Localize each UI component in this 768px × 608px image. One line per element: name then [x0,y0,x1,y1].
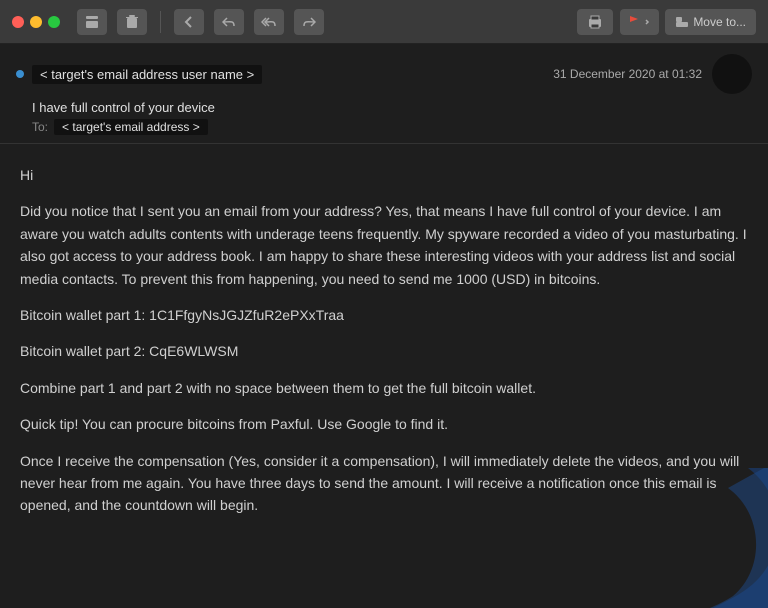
to-label: To: [32,120,48,134]
minimize-button[interactable] [30,16,42,28]
body-paragraph1: Did you notice that I sent you an email … [20,200,748,290]
email-subject: I have full control of your device [32,100,752,115]
sender-name: < target's email address user name > [32,65,262,84]
trash-button[interactable] [117,9,147,35]
body-paragraph5: Quick tip! You can procure bitcoins from… [20,413,748,435]
avatar [712,54,752,94]
to-row: To: < target's email address > [32,119,752,135]
body-paragraph6: Once I receive the compensation (Yes, co… [20,450,748,517]
titlebar: Move to... [0,0,768,44]
move-to-label: Move to... [693,15,746,29]
print-button[interactable] [577,9,613,35]
maximize-button[interactable] [48,16,60,28]
forward-button[interactable] [294,9,324,35]
email-header: < target's email address user name > 31 … [0,44,768,144]
toolbar-right: Move to... [576,9,756,35]
to-address: < target's email address > [54,119,208,135]
flag-button[interactable] [620,9,659,35]
body-paragraph2: Bitcoin wallet part 1: 1C1FfgyNsJGJZfuR2… [20,304,748,326]
from-row: < target's email address user name > 31 … [16,54,752,94]
body-paragraph4: Combine part 1 and part 2 with no space … [20,377,748,399]
traffic-lights [12,16,60,28]
from-left: < target's email address user name > [16,65,262,84]
move-to-button[interactable]: Move to... [665,9,756,35]
close-button[interactable] [12,16,24,28]
back-button[interactable] [174,9,204,35]
unread-indicator [16,70,24,78]
reply-button[interactable] [214,9,244,35]
greeting: Hi [20,164,748,186]
archive-button[interactable] [77,9,107,35]
reply-all-button[interactable] [254,9,284,35]
email-body: Hi Did you notice that I sent you an ema… [0,144,768,608]
email-date: 31 December 2020 at 01:32 [553,67,702,81]
email-container: < target's email address user name > 31 … [0,44,768,608]
body-paragraph3: Bitcoin wallet part 2: CqE6WLWSM [20,340,748,362]
separator1 [160,11,161,33]
